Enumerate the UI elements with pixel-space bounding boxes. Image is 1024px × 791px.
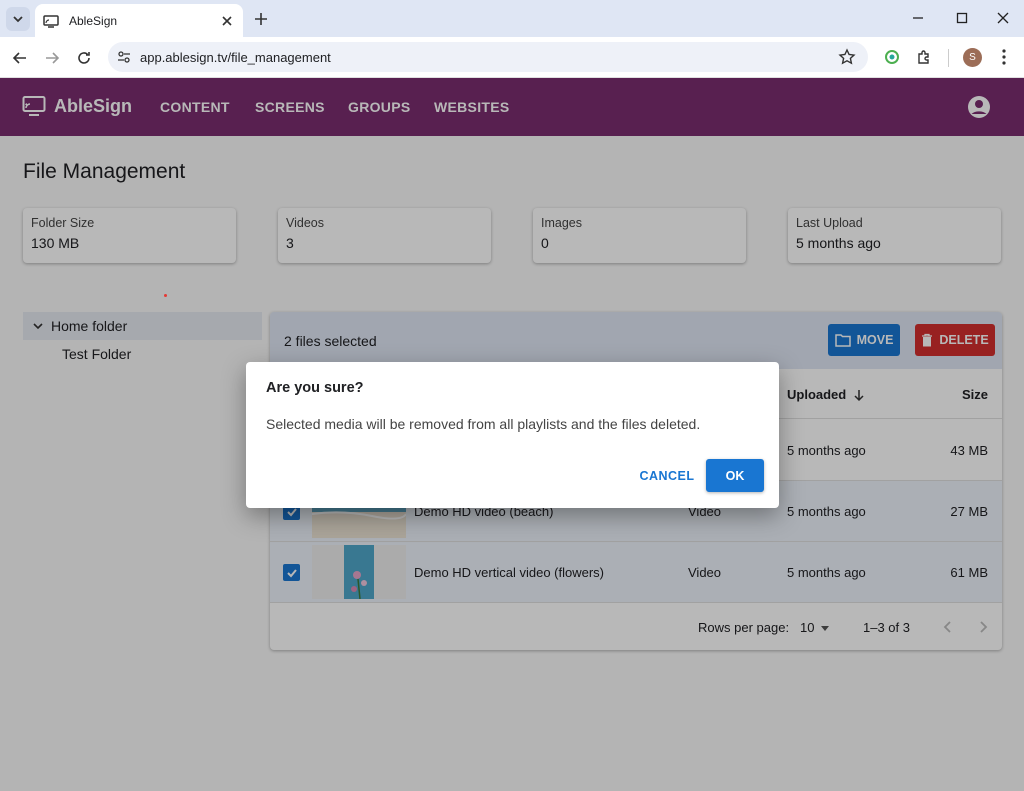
ok-button[interactable]: OK <box>706 459 764 492</box>
extension-icon[interactable] <box>882 47 902 67</box>
tab-search-button[interactable] <box>6 7 30 31</box>
browser-menu-button[interactable] <box>994 47 1014 67</box>
browser-toolbar: app.ablesign.tv/file_management S <box>0 37 1024 78</box>
dialog-message: Selected media will be removed from all … <box>266 416 701 432</box>
reload-icon <box>78 52 90 64</box>
arrow-right-icon <box>46 52 60 64</box>
url-text: app.ablesign.tv/file_management <box>140 50 331 65</box>
cancel-button[interactable]: CANCEL <box>634 460 700 492</box>
chevron-down-icon <box>13 16 23 23</box>
maximize-button[interactable] <box>942 6 982 30</box>
cursor-dot <box>164 294 167 297</box>
toolbar-separator <box>948 49 949 67</box>
confirm-delete-dialog: Are you sure? Selected media will be rem… <box>246 362 779 508</box>
maximize-icon <box>956 12 968 24</box>
puzzle-icon <box>918 50 929 64</box>
tab-title: AbleSign <box>69 13 118 28</box>
extensions-button[interactable] <box>914 47 934 67</box>
site-settings-icon[interactable] <box>116 49 132 65</box>
browser-tab[interactable]: AbleSign <box>35 4 243 37</box>
arrow-left-icon <box>12 52 26 64</box>
plus-icon <box>255 13 267 25</box>
address-bar[interactable]: app.ablesign.tv/file_management <box>108 42 868 72</box>
dialog-title: Are you sure? <box>266 380 364 396</box>
back-button[interactable] <box>8 46 32 70</box>
reload-button[interactable] <box>72 46 96 70</box>
more-vertical-icon <box>1002 49 1006 65</box>
new-tab-button[interactable] <box>250 8 272 30</box>
close-icon <box>997 12 1009 24</box>
minimize-button[interactable] <box>898 6 938 30</box>
extension-circle-icon <box>885 50 899 64</box>
browser-tab-bar: AbleSign <box>0 0 1024 37</box>
profile-avatar[interactable]: S <box>963 48 982 67</box>
ablesign-favicon-icon <box>43 14 59 28</box>
close-tab-icon[interactable] <box>219 13 235 29</box>
minimize-icon <box>913 17 923 19</box>
close-window-button[interactable] <box>983 6 1023 30</box>
forward-button[interactable] <box>40 46 64 70</box>
bookmark-star-icon[interactable] <box>838 48 856 66</box>
